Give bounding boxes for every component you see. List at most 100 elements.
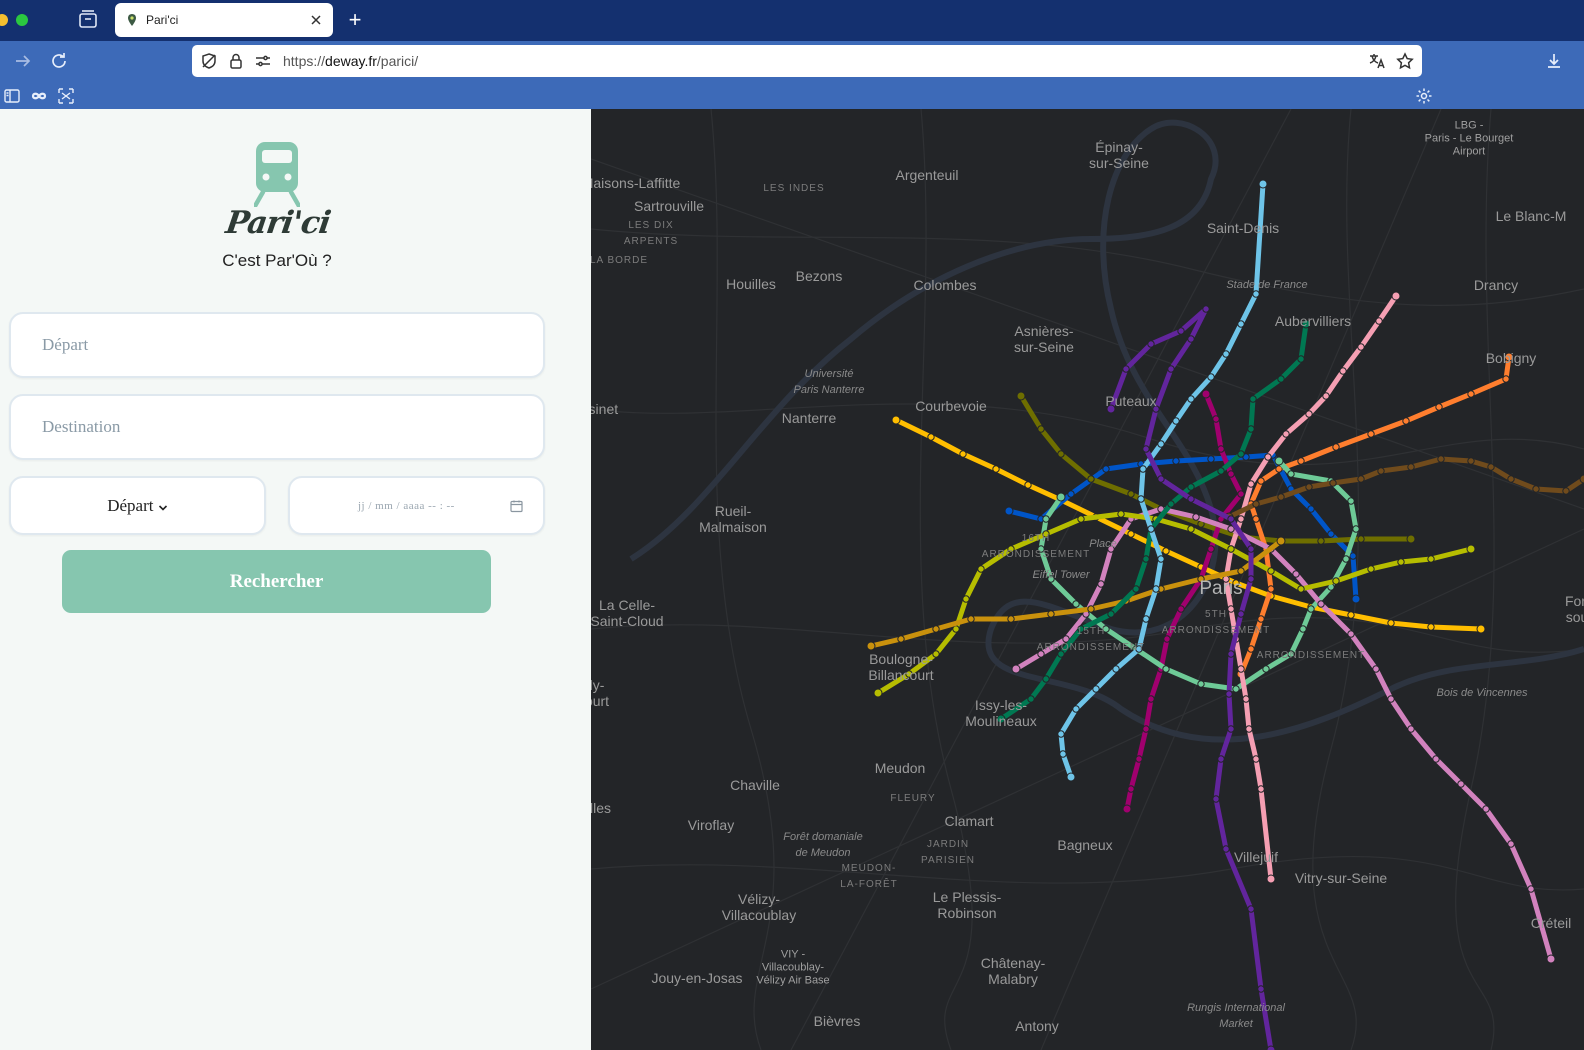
metro-station-dot[interactable] — [1299, 625, 1307, 633]
metro-station-dot[interactable] — [1187, 525, 1195, 533]
metro-station-dot[interactable] — [1042, 515, 1050, 523]
metro-station-dot[interactable] — [1237, 515, 1245, 523]
address-bar[interactable]: https://deway.fr/parici/ — [192, 45, 1422, 77]
metro-station-dot[interactable] — [1016, 391, 1026, 401]
settings-gear-icon[interactable] — [1415, 87, 1433, 105]
metro-station-dot[interactable] — [1192, 513, 1200, 521]
metro-station-dot[interactable] — [1142, 725, 1150, 733]
metro-station-dot[interactable] — [1377, 467, 1385, 475]
metro-station-dot[interactable] — [1339, 367, 1347, 375]
metro-station-dot[interactable] — [897, 635, 905, 643]
metro-station-dot[interactable] — [866, 641, 876, 651]
infinity-extension-icon[interactable] — [30, 87, 48, 105]
close-tab-icon[interactable] — [309, 13, 323, 27]
metro-station-dot[interactable] — [1132, 585, 1140, 593]
metro-station-dot[interactable] — [1305, 410, 1313, 418]
translate-icon[interactable] — [1368, 52, 1386, 70]
metro-station-dot[interactable] — [927, 433, 935, 441]
metro-station-dot[interactable] — [1225, 690, 1233, 698]
metro-station-dot[interactable] — [1157, 555, 1165, 563]
search-button[interactable]: Rechercher — [62, 550, 491, 613]
window-maximize-button[interactable] — [16, 14, 28, 26]
lock-icon[interactable] — [227, 52, 245, 70]
metro-station-dot[interactable] — [1562, 487, 1570, 495]
metro-station-dot[interactable] — [1467, 390, 1475, 398]
departure-input[interactable]: Départ — [9, 312, 545, 378]
metro-station-dot[interactable] — [1349, 552, 1357, 560]
metro-station-dot[interactable] — [1247, 480, 1255, 488]
metro-station-dot[interactable] — [1092, 685, 1100, 693]
metro-station-dot[interactable] — [952, 625, 960, 633]
metro-station-dot[interactable] — [1127, 490, 1135, 498]
metro-station-dot[interactable] — [1177, 327, 1185, 335]
metro-station-dot[interactable] — [1187, 335, 1195, 343]
reload-icon[interactable] — [49, 51, 69, 71]
metro-station-dot[interactable] — [1387, 619, 1395, 627]
metro-station-dot[interactable] — [1212, 795, 1220, 803]
metro-station-dot[interactable] — [1197, 680, 1205, 688]
metro-station-dot[interactable] — [992, 465, 1000, 473]
metro-station-dot[interactable] — [1367, 565, 1375, 573]
metro-station-dot[interactable] — [1487, 463, 1495, 471]
metro-station-dot[interactable] — [1507, 840, 1515, 848]
metro-station-dot[interactable] — [1322, 392, 1330, 400]
metro-station-dot[interactable] — [1217, 467, 1225, 475]
metro-station-dot[interactable] — [1476, 624, 1486, 634]
metro-station-dot[interactable] — [1532, 485, 1540, 493]
metro-station-dot[interactable] — [1162, 547, 1170, 555]
bookmark-star-icon[interactable] — [1396, 52, 1414, 70]
metro-station-dot[interactable] — [1127, 785, 1135, 793]
metro-station-dot[interactable] — [1237, 320, 1245, 328]
metro-station-dot[interactable] — [1227, 725, 1235, 733]
screenshot-extension-icon[interactable] — [57, 87, 75, 105]
metro-station-dot[interactable] — [1252, 515, 1260, 523]
tracking-protection-icon[interactable] — [200, 52, 218, 70]
metro-station-dot[interactable] — [1407, 463, 1415, 471]
metro-station-dot[interactable] — [1307, 505, 1315, 513]
metro-station-dot[interactable] — [1507, 475, 1515, 483]
download-icon[interactable] — [1544, 51, 1564, 71]
metro-station-dot[interactable] — [1579, 474, 1584, 484]
metro-station-dot[interactable] — [1007, 615, 1015, 623]
metro-station-dot[interactable] — [1097, 580, 1105, 588]
metro-station-dot[interactable] — [1187, 495, 1195, 503]
metro-station-dot[interactable] — [932, 650, 940, 658]
metro-station-dot[interactable] — [1222, 845, 1230, 853]
metro-station-dot[interactable] — [1147, 340, 1155, 348]
metro-station-dot[interactable] — [1037, 425, 1045, 433]
metro-station-dot[interactable] — [1187, 395, 1195, 403]
metro-station-dot[interactable] — [977, 565, 985, 573]
metro-station-dot[interactable] — [1102, 465, 1110, 473]
metro-station-dot[interactable] — [1142, 445, 1150, 453]
metro-station-dot[interactable] — [1375, 317, 1383, 325]
metro-station-dot[interactable] — [1247, 645, 1255, 653]
metro-station-dot[interactable] — [1357, 535, 1365, 543]
metro-station-dot[interactable] — [1245, 725, 1253, 733]
metro-station-dot[interactable] — [1227, 515, 1235, 523]
metro-station-dot[interactable] — [1127, 530, 1135, 538]
metro-station-dot[interactable] — [1147, 695, 1155, 703]
metro-station-dot[interactable] — [1332, 443, 1340, 451]
metro-station-dot[interactable] — [967, 615, 975, 623]
metro-station-dot[interactable] — [1466, 544, 1476, 554]
metro-station-dot[interactable] — [1457, 780, 1465, 788]
metro-station-dot[interactable] — [1237, 665, 1245, 673]
metro-station-dot[interactable] — [1202, 305, 1210, 313]
metro-station-dot[interactable] — [1057, 730, 1065, 738]
metro-station-dot[interactable] — [1276, 536, 1286, 546]
metro-station-dot[interactable] — [1139, 465, 1147, 473]
metro-station-dot[interactable] — [1347, 611, 1355, 619]
metro-station-dot[interactable] — [1057, 450, 1065, 458]
metro-station-dot[interactable] — [1247, 575, 1255, 583]
tab-overview-icon[interactable] — [76, 8, 100, 32]
permissions-icon[interactable] — [254, 52, 272, 70]
metro-station-dot[interactable] — [1546, 954, 1556, 964]
metro-station-dot[interactable] — [1327, 530, 1335, 538]
metro-station-dot[interactable] — [1142, 555, 1150, 563]
metro-station-dot[interactable] — [1527, 885, 1535, 893]
metro-station-dot[interactable] — [1024, 481, 1032, 489]
metro-station-dot[interactable] — [1247, 905, 1255, 913]
new-tab-button[interactable]: + — [345, 9, 365, 31]
metro-station-dot[interactable] — [1227, 470, 1235, 478]
metro-station-dot[interactable] — [1252, 755, 1260, 763]
